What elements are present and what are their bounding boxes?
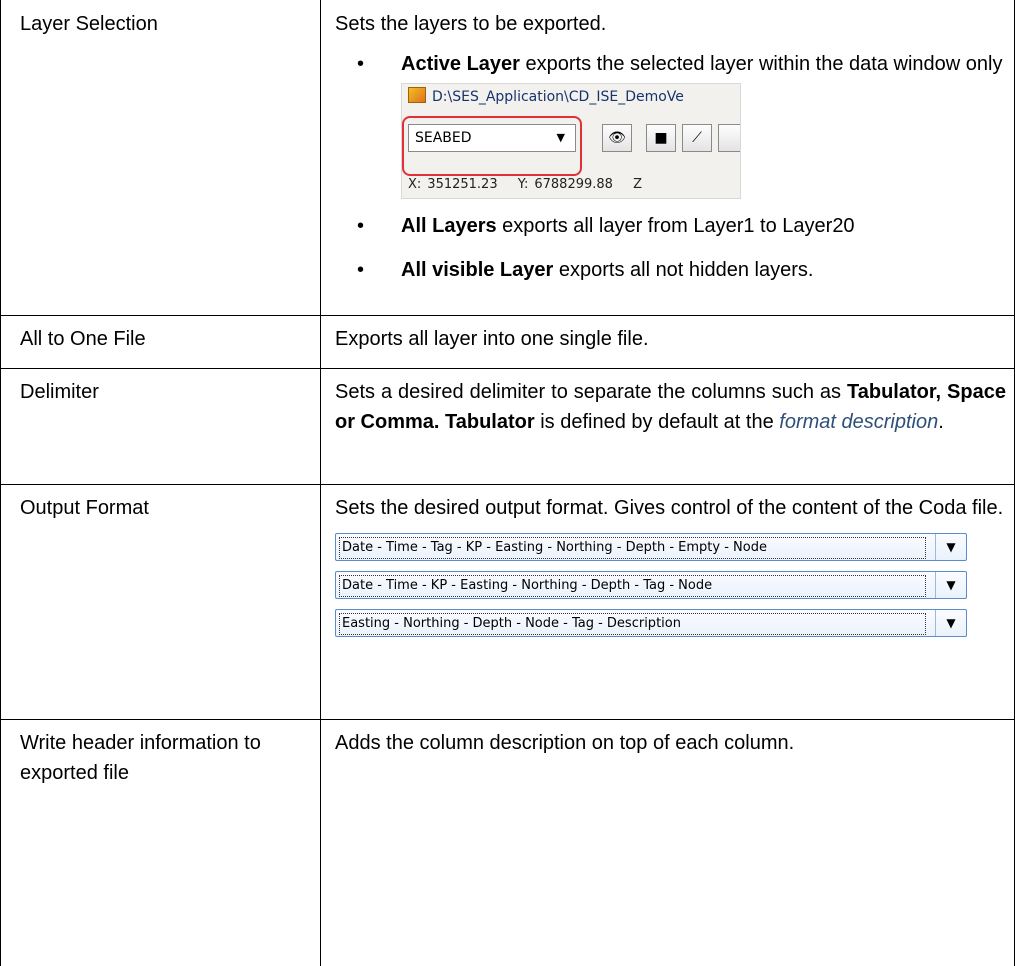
row-label: Layer Selection (0, 0, 321, 316)
row-label: All to One File (0, 315, 321, 369)
row-description: Adds the column description on top of ea… (320, 719, 1015, 966)
coordinate-readout: X: 351251.23 Y: 6788299.88 Z (408, 177, 642, 192)
row-description: Exports all layer into one single file. (320, 315, 1015, 369)
bullet-bold: All visible Layer (401, 259, 554, 281)
tool-icon[interactable] (718, 124, 740, 152)
row-label: Delimiter (0, 368, 321, 485)
bullet-text: exports the selected layer within the da… (519, 53, 1003, 75)
fill-square-icon[interactable]: ■ (646, 124, 676, 152)
table-row: Delimiter Sets a desired delimiter to se… (0, 368, 1015, 485)
table-row: All to One File Exports all layer into o… (0, 315, 1015, 369)
table-row: Layer Selection Sets the layers to be ex… (0, 0, 1015, 316)
bullet-list: • Active Layer exports the selected laye… (335, 49, 1006, 285)
toolbar-screenshot: D:\SES_Application\CD_ISE_DemoVe SEABED ▼… (401, 83, 741, 199)
eye-icon[interactable]: 👁 (602, 124, 632, 152)
row-description-cell: Sets the desired output format. Gives co… (320, 484, 1015, 720)
layer-select[interactable]: SEABED ▼ (408, 124, 576, 152)
row-description: Sets the layers to be exported. (335, 13, 607, 35)
row-label: Output Format (0, 484, 321, 720)
row-description: Sets a desired delimiter to separate the… (320, 368, 1015, 485)
bullet-text: exports all layer from Layer1 to Layer20 (496, 215, 855, 237)
output-format-select[interactable]: Date - Time - Tag - KP - Easting - North… (335, 533, 967, 561)
row-label: Write header information to exported fil… (0, 719, 321, 966)
settings-table: Layer Selection Sets the layers to be ex… (0, 0, 1015, 966)
bullet-bold: Active Layer (401, 53, 520, 75)
bullet-icon: • (357, 53, 365, 75)
table-row: Write header information to exported fil… (0, 719, 1015, 966)
bullet-icon: • (357, 259, 365, 281)
list-item: • All Layers exports all layer from Laye… (335, 211, 1006, 241)
list-item: • All visible Layer exports all not hidd… (335, 255, 1006, 285)
dropdown-arrow-icon: ▼ (556, 131, 565, 144)
app-icon (408, 87, 426, 103)
window-path: D:\SES_Application\CD_ISE_DemoVe (408, 86, 684, 108)
dropdown-arrow-icon: ▼ (935, 534, 966, 560)
bullet-bold: All Layers (401, 215, 497, 237)
bullet-text: exports all not hidden layers. (553, 259, 814, 281)
curve-icon[interactable]: ⟋ (682, 124, 712, 152)
table-row: Output Format Sets the desired output fo… (0, 484, 1015, 720)
output-format-select[interactable]: Easting - Northing - Depth - Node - Tag … (335, 609, 967, 637)
row-description: Sets the desired output format. Gives co… (335, 497, 1004, 519)
bullet-icon: • (357, 215, 365, 237)
list-item: • Active Layer exports the selected laye… (335, 49, 1006, 199)
dropdown-arrow-icon: ▼ (935, 610, 966, 636)
output-format-select[interactable]: Date - Time - KP - Easting - Northing - … (335, 571, 967, 599)
dropdown-arrow-icon: ▼ (935, 572, 966, 598)
row-description-cell: Sets the layers to be exported. • Active… (320, 0, 1015, 316)
format-description-link[interactable]: format description (779, 411, 938, 433)
